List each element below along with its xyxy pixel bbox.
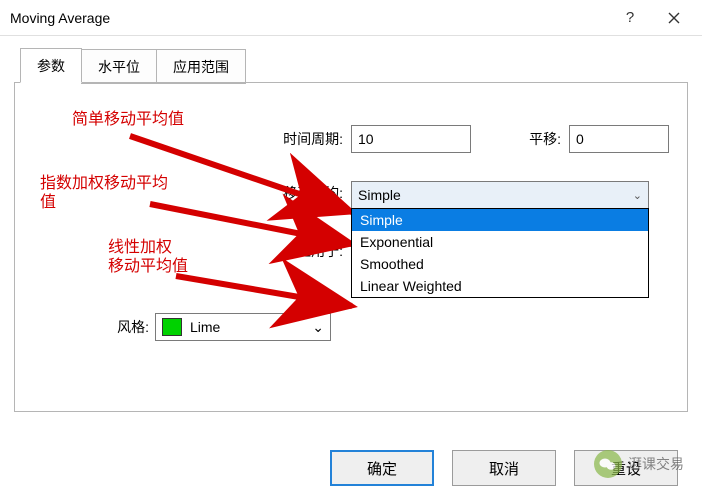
- wechat-icon: [594, 450, 622, 478]
- label-method: 移动平均:: [263, 183, 343, 203]
- option-simple[interactable]: Simple: [352, 209, 648, 231]
- label-style: 风格:: [103, 317, 149, 337]
- tab-scope[interactable]: 应用范围: [156, 49, 246, 84]
- close-button[interactable]: [652, 3, 696, 33]
- help-button[interactable]: ?: [608, 3, 652, 33]
- label-period: 时间周期:: [263, 129, 343, 149]
- watermark-text: 湃课交易: [628, 454, 684, 474]
- tab-strip: 参数 水平位 应用范围: [20, 48, 688, 83]
- watermark: 湃课交易: [594, 450, 684, 478]
- chevron-down-icon: ⌄: [633, 189, 642, 202]
- window-title: Moving Average: [10, 10, 608, 26]
- label-shift: 平移:: [515, 129, 561, 149]
- chevron-down-icon: ⌄: [312, 319, 324, 336]
- shift-input[interactable]: [569, 125, 669, 153]
- color-name: Lime: [190, 319, 220, 335]
- tab-levels[interactable]: 水平位: [81, 49, 157, 84]
- method-combo-value: Simple: [358, 187, 401, 203]
- option-exponential[interactable]: Exponential: [352, 231, 648, 253]
- tab-params[interactable]: 参数: [20, 48, 82, 83]
- period-input[interactable]: [351, 125, 471, 153]
- method-combo[interactable]: Simple ⌄: [351, 181, 649, 209]
- color-swatch: [162, 318, 182, 336]
- params-panel: 时间周期: 平移: 移动平均: Simple ⌄ 应用于: 风格: Lime ⌄…: [14, 82, 688, 412]
- close-icon: [668, 12, 680, 24]
- ok-button[interactable]: 确定: [330, 450, 434, 486]
- client-area: 参数 水平位 应用范围 时间周期: 平移: 移动平均: Simple ⌄ 应用于…: [0, 36, 702, 412]
- label-apply: 应用于:: [279, 241, 343, 261]
- option-smoothed[interactable]: Smoothed: [352, 253, 648, 275]
- title-bar: Moving Average ?: [0, 0, 702, 36]
- option-linear-weighted[interactable]: Linear Weighted: [352, 275, 648, 297]
- color-combo[interactable]: Lime ⌄: [155, 313, 331, 341]
- cancel-button[interactable]: 取消: [452, 450, 556, 486]
- method-dropdown[interactable]: Simple Exponential Smoothed Linear Weigh…: [351, 208, 649, 298]
